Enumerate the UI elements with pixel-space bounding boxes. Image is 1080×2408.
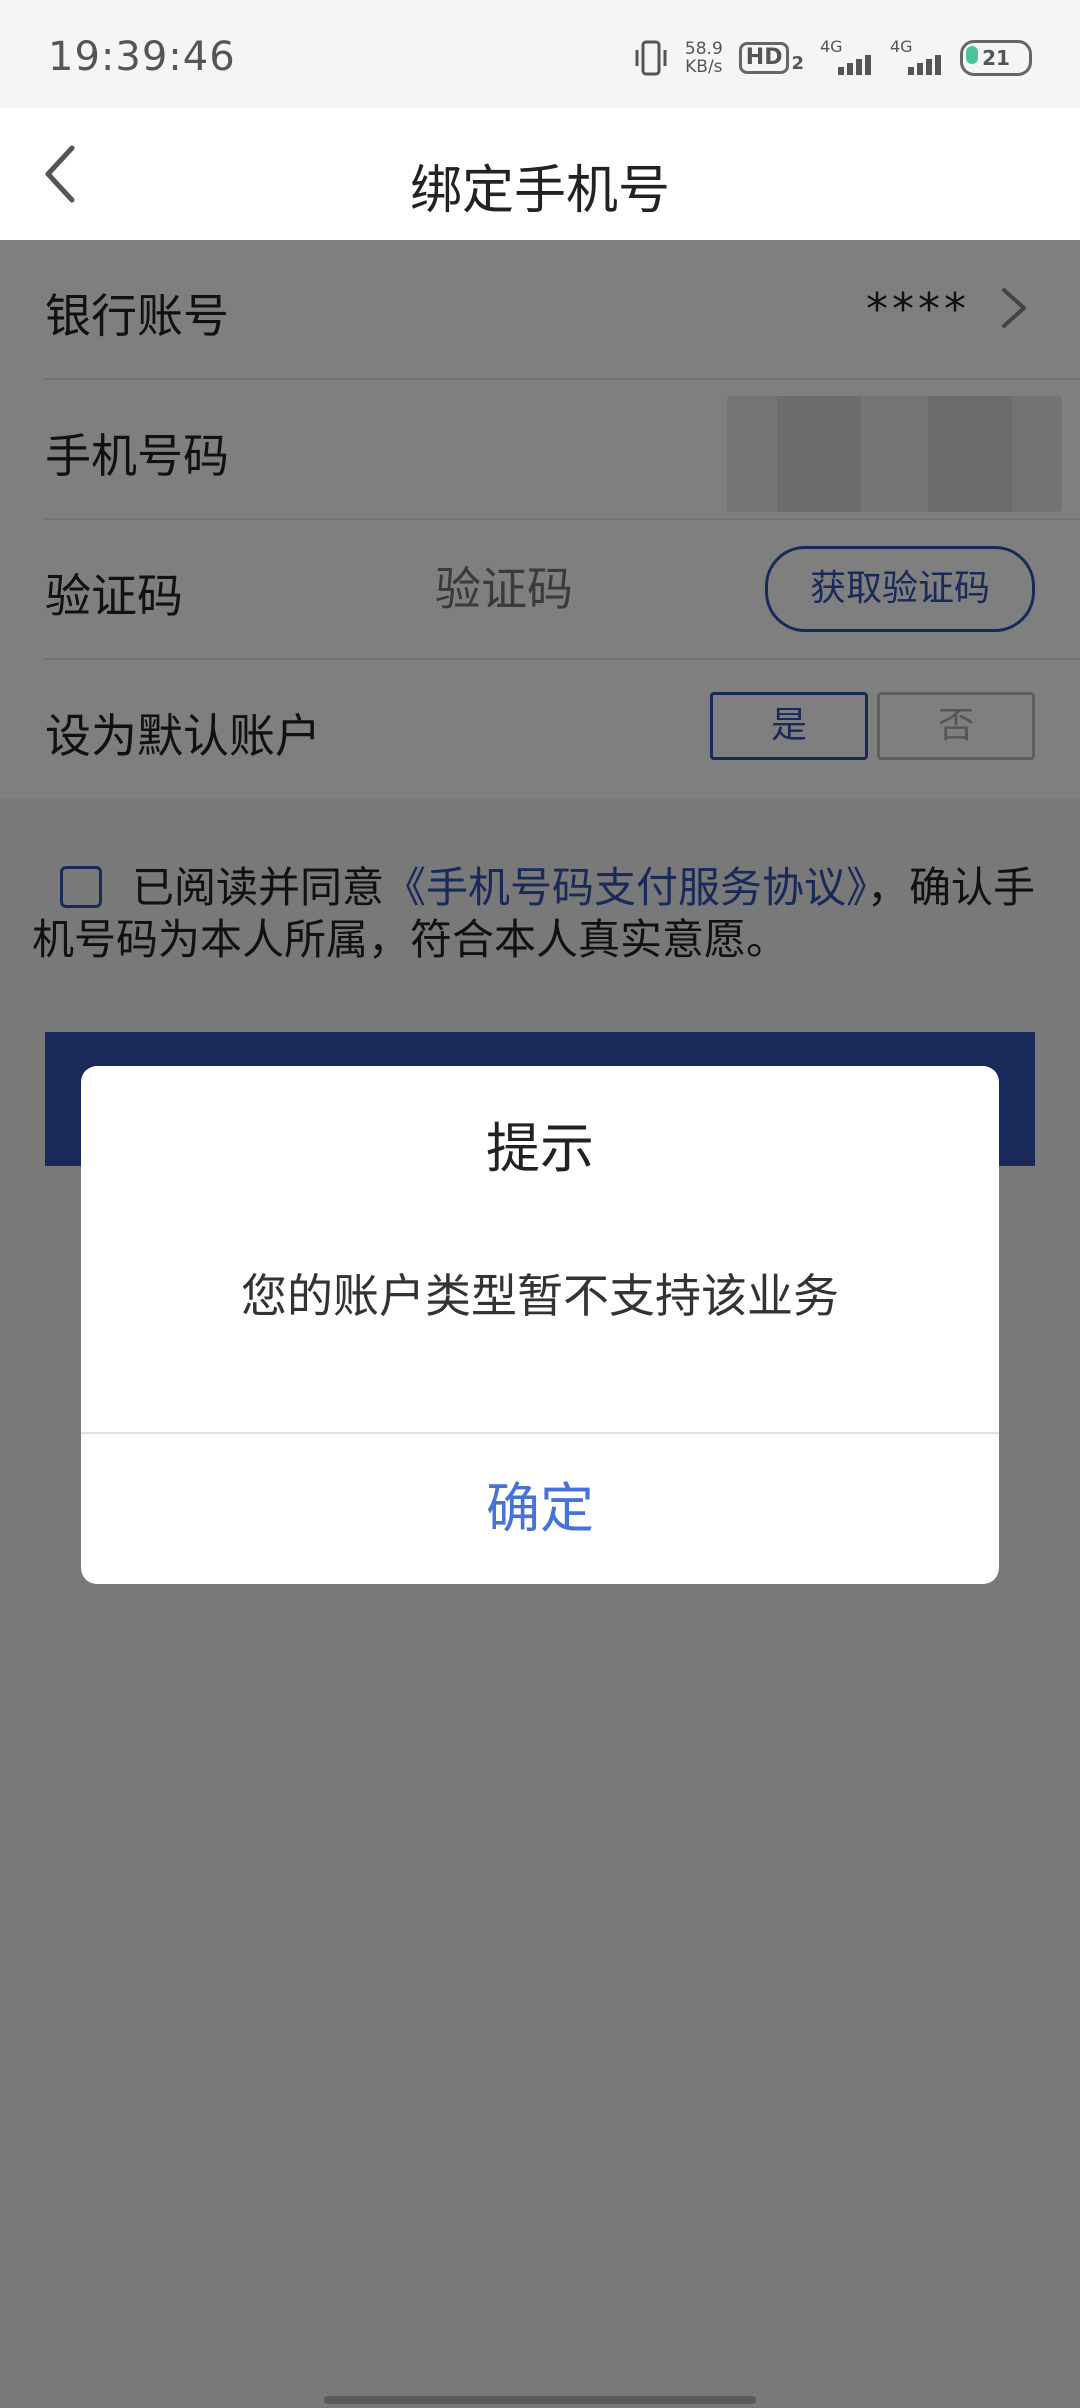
dialog-ok-button[interactable]: 确定 [81, 1434, 999, 1584]
vibrate-icon [635, 40, 667, 76]
gesture-nav-bar[interactable] [324, 2396, 756, 2404]
network-speed: 58.9 KB/s [685, 40, 723, 76]
signal-icon-sim1: 4G [820, 37, 874, 75]
page-title: 绑定手机号 [409, 161, 670, 221]
status-bar: 19:39:46 58.9 KB/s HD 2 4G 4G 21 [0, 0, 1080, 108]
hd-label: HD [738, 42, 790, 74]
sim1-network-label: 4G [820, 37, 843, 56]
app-header: 绑定手机号 [0, 108, 1080, 240]
status-icons: 58.9 KB/s HD 2 4G 4G 21 [633, 36, 1032, 80]
battery-icon: 21 [960, 40, 1032, 76]
network-speed-value: 58.9 [684, 39, 723, 59]
hd-sub: 2 [791, 53, 804, 74]
status-time: 19:39:46 [48, 34, 236, 80]
sim2-network-label: 4G [890, 37, 913, 56]
signal-icon-sim2: 4G [890, 37, 944, 75]
hd-volte-icon: HD 2 [738, 42, 804, 74]
dialog-message: 您的账户类型暂不支持该业务 [241, 1269, 839, 1323]
network-speed-unit: KB/s [685, 57, 723, 77]
dialog-title: 提示 [486, 1117, 594, 1180]
battery-level: 21 [982, 46, 1010, 70]
alert-dialog: 提示 您的账户类型暂不支持该业务 确定 [81, 1066, 999, 1584]
